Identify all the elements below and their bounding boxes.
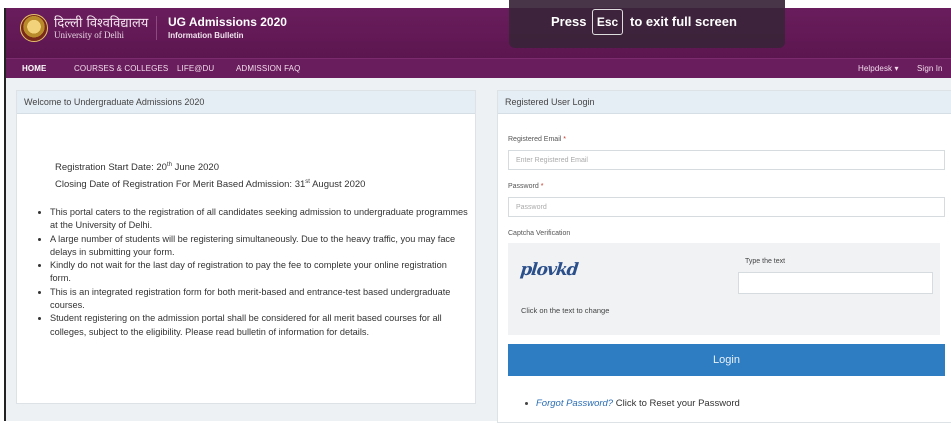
email-field[interactable]: Enter Registered Email <box>508 150 945 170</box>
password-label: Password * <box>508 183 544 190</box>
captcha-label: Captcha Verification <box>508 230 571 237</box>
type-text-label: Type the text <box>745 258 786 265</box>
list-item: Student registering on the admission por… <box>50 312 470 339</box>
app-subtitle: Information Bulletin <box>168 31 244 40</box>
esc-key-badge: Esc <box>592 9 623 35</box>
header-divider <box>156 16 157 40</box>
forgot-password-line: Forgot Password? Click to Reset your Pas… <box>525 398 740 409</box>
app-title: UG Admissions 2020 <box>168 15 287 29</box>
list-item: Kindly do not wait for the last day of r… <box>50 259 470 286</box>
nav-helpdesk-dropdown[interactable]: Helpdesk ▾ <box>858 64 899 73</box>
list-item: A large number of students will be regis… <box>50 233 470 260</box>
nav-sign-in[interactable]: Sign In <box>917 64 943 73</box>
welcome-panel: Welcome to Undergraduate Admissions 2020… <box>16 90 476 404</box>
banner-message-text: to exit full screen <box>630 14 737 29</box>
overlay-caption-text <box>0 0 951 8</box>
nav-life-at-du[interactable]: LIFE@DU <box>177 64 214 73</box>
forgot-password-link[interactable]: Forgot Password? <box>536 398 613 409</box>
reset-password-text: Click to Reset your Password <box>613 398 740 409</box>
university-name-hindi[interactable]: दिल्ली विश्वविद्यालय <box>54 13 148 31</box>
login-panel: Registered User Login Registered Email *… <box>497 90 951 423</box>
list-item: This portal caters to the registration o… <box>50 206 470 233</box>
captcha-container: plovkd Click on the text to change Type … <box>508 243 940 335</box>
nav-admission-faq[interactable]: ADMISSION FAQ <box>236 64 300 73</box>
login-button[interactable]: Login <box>508 344 945 376</box>
info-bullet-list: This portal caters to the registration o… <box>37 206 470 339</box>
welcome-panel-title: Welcome to Undergraduate Admissions 2020 <box>17 91 475 114</box>
email-label: Registered Email * <box>508 136 566 143</box>
list-item: This is an integrated registration form … <box>50 286 470 313</box>
registration-closing-date: Closing Date of Registration For Merit B… <box>55 179 366 191</box>
password-field[interactable]: Password <box>508 197 945 217</box>
bullet-dot <box>525 401 528 405</box>
nav-courses-colleges[interactable]: COURSES & COLLEGES <box>74 64 168 73</box>
captcha-image[interactable]: plovkd <box>519 260 582 286</box>
captcha-input[interactable] <box>738 272 933 294</box>
site-header: दिल्ली विश्वविद्यालय University of Delhi… <box>6 8 951 58</box>
nav-home[interactable]: HOME <box>22 64 46 73</box>
banner-press-text: Press <box>551 14 587 29</box>
captcha-hint: Click on the text to change <box>521 306 610 315</box>
fullscreen-exit-banner: Press Esc to exit full screen <box>509 0 785 48</box>
university-logo-icon[interactable] <box>20 14 48 42</box>
required-mark: * <box>563 136 566 143</box>
required-mark: * <box>540 183 544 190</box>
registration-dates: Registration Start Date: 20th June 2020 … <box>55 158 365 192</box>
login-panel-title: Registered User Login <box>498 91 951 114</box>
university-name-english[interactable]: University of Delhi <box>54 30 124 40</box>
main-navigation: HOME COURSES & COLLEGES LIFE@DU ADMISSIO… <box>6 58 951 79</box>
registration-start-date: Registration Start Date: 20th June 2020 <box>55 162 219 174</box>
